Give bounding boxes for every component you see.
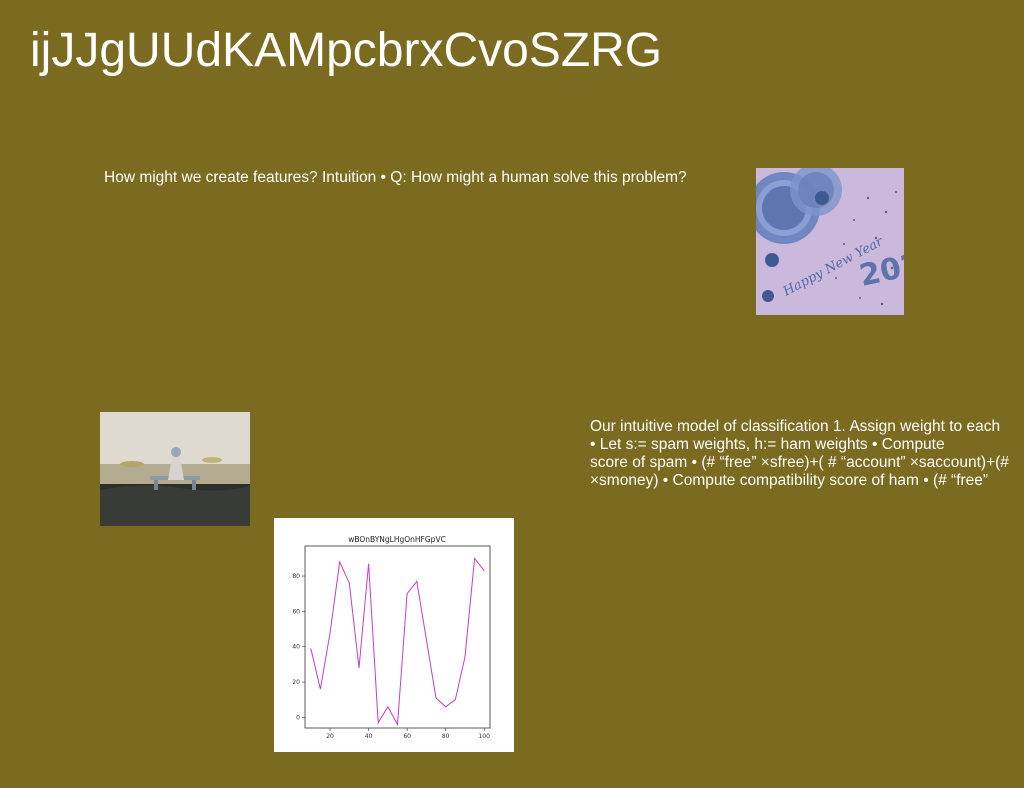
y-tick-label: 40: [292, 644, 300, 651]
x-tick-label: 100: [478, 733, 490, 740]
plot-frame: [304, 545, 491, 729]
slide-title: ijJJgUUdKAMpcbrxCvoSZRG: [30, 24, 663, 77]
x-tick-label: 20: [326, 733, 334, 740]
classification-line: score of spam • (# “free” ×sfree)+( # “a…: [590, 454, 1009, 471]
line-chart: wBOnBYNgLHgOnHFGpVC 20 40 60 80 100 0 20 40 60 80: [274, 518, 514, 752]
lake-photo: [100, 412, 250, 526]
y-tick-label: 80: [292, 573, 300, 580]
series-line: [310, 557, 485, 727]
classification-line: Our intuitive model of classification 1.…: [590, 418, 1001, 435]
x-tick-label: 80: [442, 733, 450, 740]
intuition-text: How might we create features? Intuition …: [104, 169, 687, 186]
classification-line: ×smoney) • Compute compatibility score o…: [590, 472, 989, 489]
classification-text: Our intuitive model of classification 1.…: [590, 418, 1020, 490]
chart-title: wBOnBYNgLHgOnHFGpVC: [348, 535, 446, 544]
x-tick-label: 40: [365, 733, 373, 740]
classification-line: • Let s:= spam weights, h:= ham weights …: [590, 436, 945, 453]
y-tick-label: 60: [292, 608, 300, 615]
y-tick-label: 0: [296, 714, 300, 721]
new-year-image: 2024 Happy New Year: [756, 168, 904, 315]
y-tick-label: 20: [292, 679, 300, 686]
x-tick-label: 60: [403, 733, 411, 740]
